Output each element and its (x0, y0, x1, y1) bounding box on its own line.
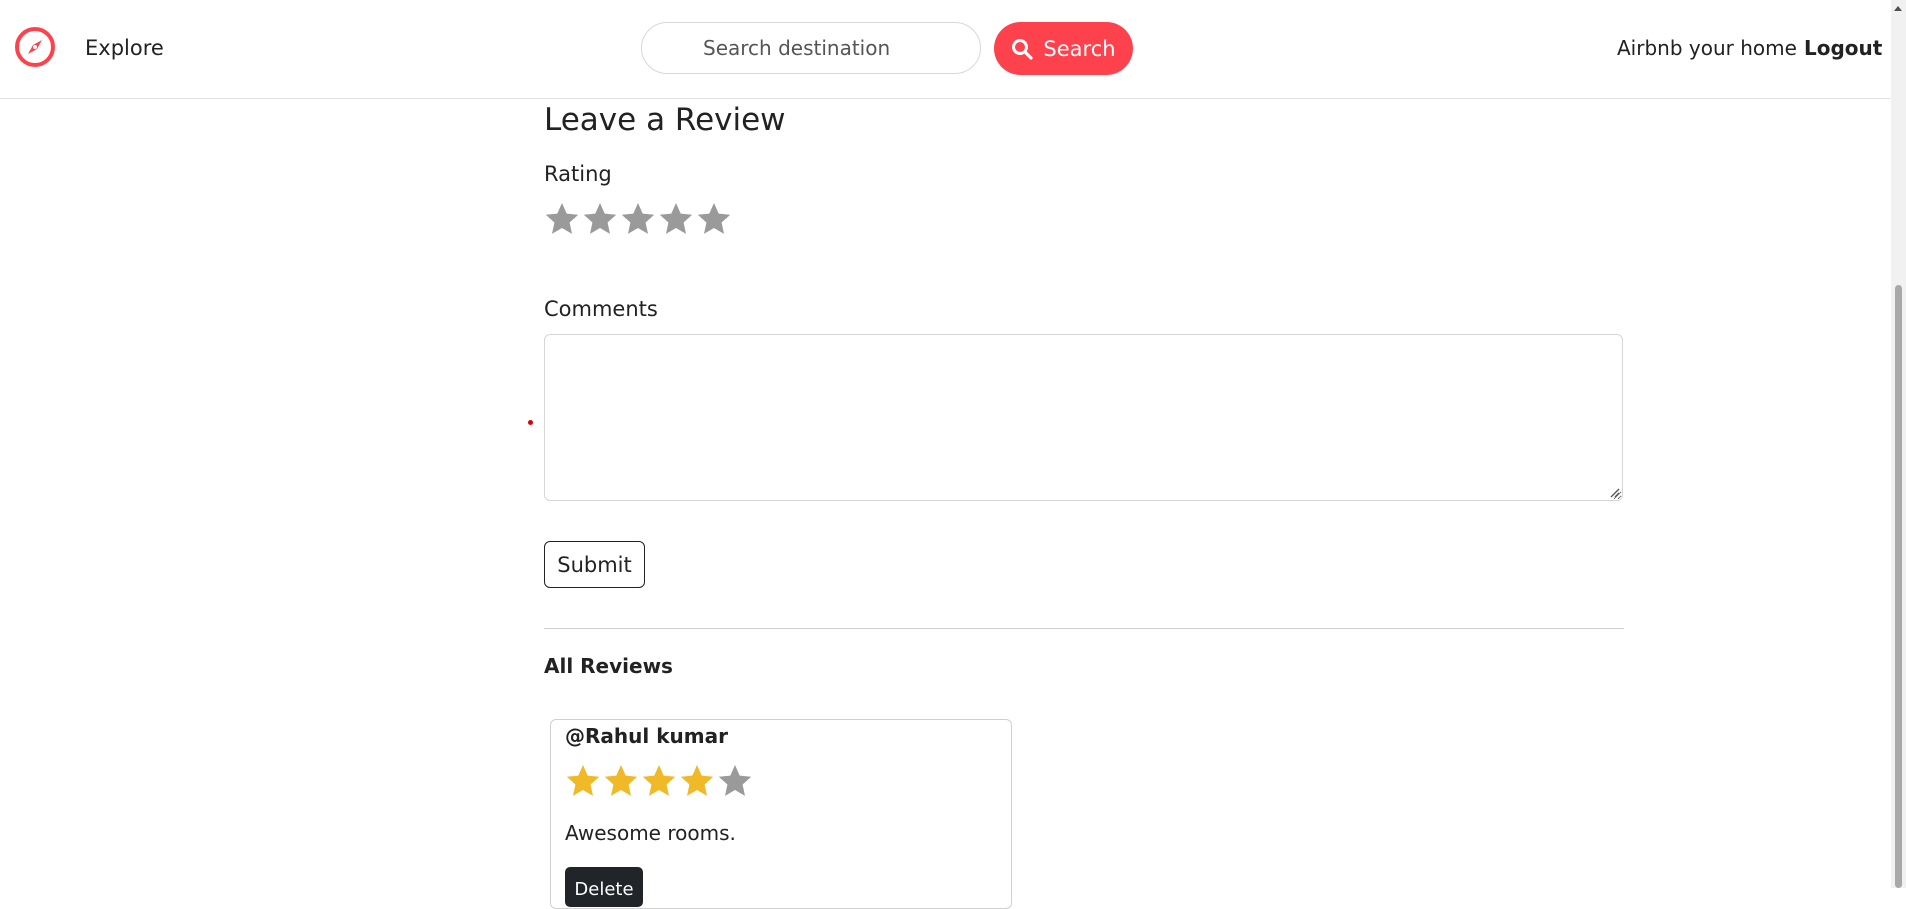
comments-textarea[interactable] (544, 334, 1623, 501)
rating-label: Rating (544, 162, 612, 186)
navbar: Explore Search Airbnb your home Logout (0, 0, 1906, 99)
rating-stars-input[interactable] (544, 200, 732, 238)
scroll-up-arrow-icon[interactable] (1892, 3, 1904, 15)
review-author: @Rahul kumar (565, 724, 728, 748)
nav-host-link[interactable]: Airbnb your home (1617, 36, 1797, 60)
resize-grip-icon[interactable] (1608, 486, 1620, 498)
star-icon[interactable] (658, 200, 694, 238)
submit-button[interactable]: Submit (544, 541, 645, 588)
star-icon (680, 765, 714, 796)
star-icon (718, 765, 752, 796)
star-icon (566, 765, 600, 796)
section-divider (544, 628, 1624, 629)
comments-label: Comments (544, 297, 658, 321)
search-input[interactable] (641, 22, 981, 74)
review-heading: Leave a Review (544, 102, 786, 138)
star-icon (604, 765, 638, 796)
star-icon[interactable] (544, 200, 580, 238)
nav-logout-link[interactable]: Logout (1804, 36, 1882, 60)
search-icon (1012, 38, 1034, 60)
star-icon[interactable] (696, 200, 732, 238)
all-reviews-title: All Reviews (544, 654, 673, 678)
star-icon (642, 765, 676, 796)
search-button[interactable]: Search (994, 22, 1133, 75)
review-rating-stars (565, 762, 753, 800)
delete-review-button[interactable]: Delete (565, 867, 643, 907)
search-button-label: Search (1043, 36, 1116, 61)
red-dot-marker (528, 420, 533, 425)
scrollbar-thumb[interactable] (1895, 285, 1902, 888)
nav-explore-link[interactable]: Explore (85, 36, 164, 60)
review-comment: Awesome rooms. (565, 821, 736, 845)
star-icon[interactable] (620, 200, 656, 238)
compass-icon[interactable] (14, 26, 56, 68)
star-icon[interactable] (582, 200, 618, 238)
